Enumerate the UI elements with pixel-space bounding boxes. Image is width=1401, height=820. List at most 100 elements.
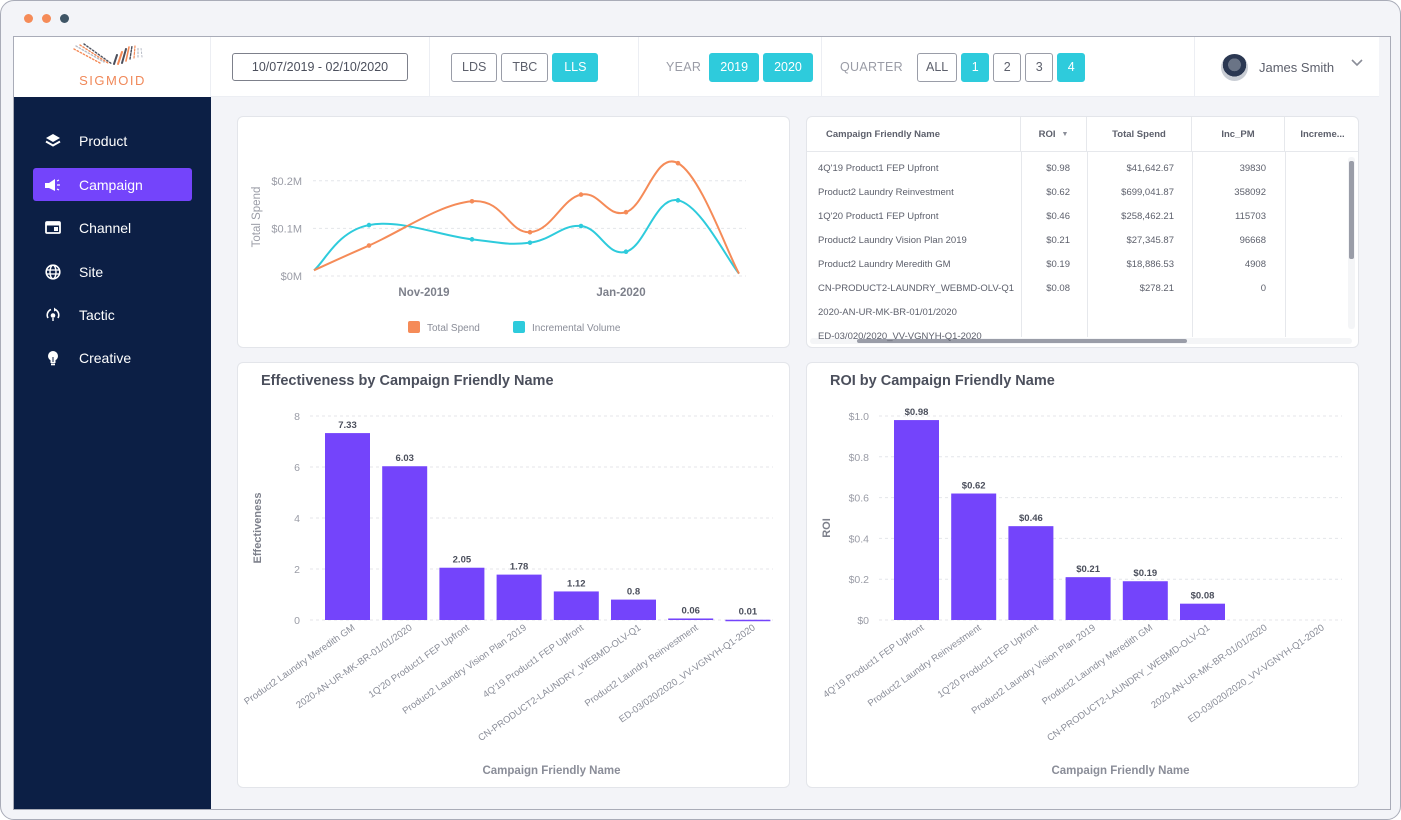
y-tick-label: $1.0 (849, 411, 870, 423)
data-point (527, 229, 533, 235)
bar (1180, 603, 1225, 620)
sidebar-item-campaign[interactable]: Campaign (33, 168, 192, 201)
sort-desc-icon[interactable]: ▼ (1061, 131, 1068, 138)
table-row-name[interactable]: 2020-AN-UR-MK-BR-01/01/2020 (818, 306, 957, 320)
browser-window-icon (44, 219, 62, 237)
effectiveness-bar-chart-card: Effectiveness by Campaign Friendly Name … (237, 362, 790, 788)
quarter-button-3[interactable]: 3 (1025, 52, 1054, 82)
bar-value-label: $0.21 (1076, 564, 1100, 575)
table-cell: $0.46 (1046, 211, 1070, 222)
sidebar-item-creative[interactable]: Creative (33, 341, 192, 374)
table-row-name[interactable]: Product2 Laundry Meredith GM (818, 258, 951, 272)
x-axis-label: Campaign Friendly Name (1051, 765, 1189, 777)
quarter-button-4[interactable]: 4 (1057, 52, 1086, 82)
table-row-name[interactable]: Product2 Laundry Vision Plan 2019 (818, 234, 967, 248)
table-cell: $18,886.53 (1126, 259, 1174, 270)
table-row-name[interactable]: 4Q'19 Product1 FEP Upfront (818, 162, 938, 176)
brand-logo[interactable]: SIGMOID (14, 37, 211, 97)
y-tick-label: $0M (281, 271, 302, 283)
table-cell: $27,345.87 (1126, 235, 1174, 246)
sidebar-item-channel[interactable]: Channel (33, 211, 192, 244)
sidebar-item-site[interactable]: Site (33, 255, 192, 288)
x-tick-label: 1Q'20 Product1 FEP Upfront (936, 622, 1041, 700)
sidebar-item-label: Creative (79, 349, 132, 366)
date-range-section: 10/07/2019 - 02/10/2020 (211, 37, 430, 97)
sidebar-item-label: Site (79, 263, 104, 280)
x-tick-label: Product2 Laundry Reinvestment (583, 622, 701, 709)
maximize-window-dot[interactable] (60, 14, 69, 23)
x-tick-label: Jan-2020 (596, 287, 645, 299)
bar-value-label: 7.33 (338, 420, 357, 431)
sigmoid-logo-icon (73, 43, 143, 65)
segment-button-tbc[interactable]: TBC (501, 52, 549, 82)
data-point (623, 249, 629, 255)
table-cell: $0.08 (1046, 283, 1070, 294)
series-line-incremental-volume (313, 199, 740, 275)
column-header-label: Total Spend (1112, 128, 1166, 140)
bar (439, 567, 485, 620)
sidebar-item-product[interactable]: Product (33, 124, 192, 157)
table-row-name[interactable]: ED-03/020/2020_VV-VGNYH-Q1-2020 (818, 330, 982, 344)
table-header-4[interactable]: Increme... (1285, 117, 1358, 151)
bar (382, 466, 428, 620)
table-row-name[interactable]: 1Q'20 Product1 FEP Upfront (818, 210, 938, 224)
spend-volume-line-chart-card: $0M $0.1M $0.2M Total Spend Nov-2019 Jan-2020… (237, 116, 790, 348)
x-tick-label: Product2 Laundry Reinvestment (866, 622, 984, 709)
data-point (527, 240, 533, 245)
minimize-window-dot[interactable] (42, 14, 51, 23)
megaphone-icon (44, 176, 62, 194)
sidebar-item-tactic[interactable]: Tactic (33, 298, 192, 331)
table-cell: $0.62 (1046, 187, 1070, 198)
table-header-2[interactable]: Total Spend (1087, 117, 1192, 151)
table-header-1[interactable]: ROI ▼ (1021, 117, 1087, 151)
bar-value-label: 6.03 (395, 453, 414, 464)
legend-label: Incremental Volume (532, 323, 621, 334)
quarter-button-1[interactable]: 1 (961, 52, 990, 82)
data-point (623, 209, 629, 215)
table-row-name[interactable]: CN-PRODUCT2-LAUNDRY_WEBMD-OLV-Q1 (818, 282, 1014, 296)
close-window-dot[interactable] (24, 14, 33, 23)
segment-button-lls[interactable]: LLS (552, 52, 599, 82)
brand-name: SIGMOID (79, 73, 146, 88)
rotate-target-icon (44, 306, 62, 324)
y-tick-label: $0.2 (849, 574, 870, 586)
quarter-button-all[interactable]: ALL (917, 52, 958, 82)
table-header-0[interactable]: Campaign Friendly Name (807, 117, 1021, 151)
top-header: SIGMOID 10/07/2019 - 02/10/2020 LDS TBC … (14, 37, 1379, 97)
table-cell: 4908 (1244, 259, 1266, 270)
column-divider (1285, 151, 1286, 337)
layers-icon (44, 132, 62, 150)
quarter-button-2[interactable]: 2 (993, 52, 1022, 82)
y-axis-label: Effectiveness (252, 493, 264, 564)
y-tick-label: 4 (294, 513, 300, 525)
data-point (578, 223, 584, 229)
bar-value-label: 2.05 (453, 555, 472, 566)
user-menu[interactable]: James Smith (1194, 37, 1379, 97)
data-point (469, 237, 475, 242)
date-range-picker[interactable]: 10/07/2019 - 02/10/2020 (231, 53, 409, 81)
table-cell: $0.21 (1046, 235, 1070, 246)
x-tick-label: Product2 Laundry Meredith GM (1040, 622, 1155, 707)
user-avatar[interactable] (1221, 53, 1248, 81)
lightbulb-icon (44, 349, 62, 367)
quarter-filter: QUARTER ALL 1 2 3 4 (822, 37, 1194, 97)
y-tick-label: 6 (294, 462, 300, 474)
bar-value-label: $0.08 (1191, 591, 1215, 602)
sidebar-item-label: Tactic (79, 306, 115, 323)
data-point (675, 198, 681, 203)
y-tick-label: 0 (294, 615, 300, 627)
year-filter: YEAR 2019 2020 (639, 37, 822, 97)
bar-value-label: $0.19 (1133, 568, 1157, 579)
table-row-name[interactable]: Product2 Laundry Reinvestment (818, 186, 954, 200)
year-button-2019[interactable]: 2019 (709, 52, 760, 82)
bar (553, 591, 599, 620)
table-header-3[interactable]: Inc_PM (1192, 117, 1285, 151)
campaign-table-card: Campaign Friendly Name ROI ▼ Total Spend Inc… (806, 116, 1359, 348)
segment-button-lds[interactable]: LDS (451, 52, 498, 82)
vertical-scrollbar-thumb[interactable] (1349, 161, 1354, 259)
x-tick-label: 1Q'20 Product1 FEP Upfront (367, 622, 472, 700)
chevron-down-icon[interactable] (1351, 59, 1363, 67)
year-button-2020[interactable]: 2020 (763, 52, 813, 82)
sidebar: Product Campaign Channel Site Tactic Cre… (14, 97, 211, 809)
bar (496, 574, 542, 620)
